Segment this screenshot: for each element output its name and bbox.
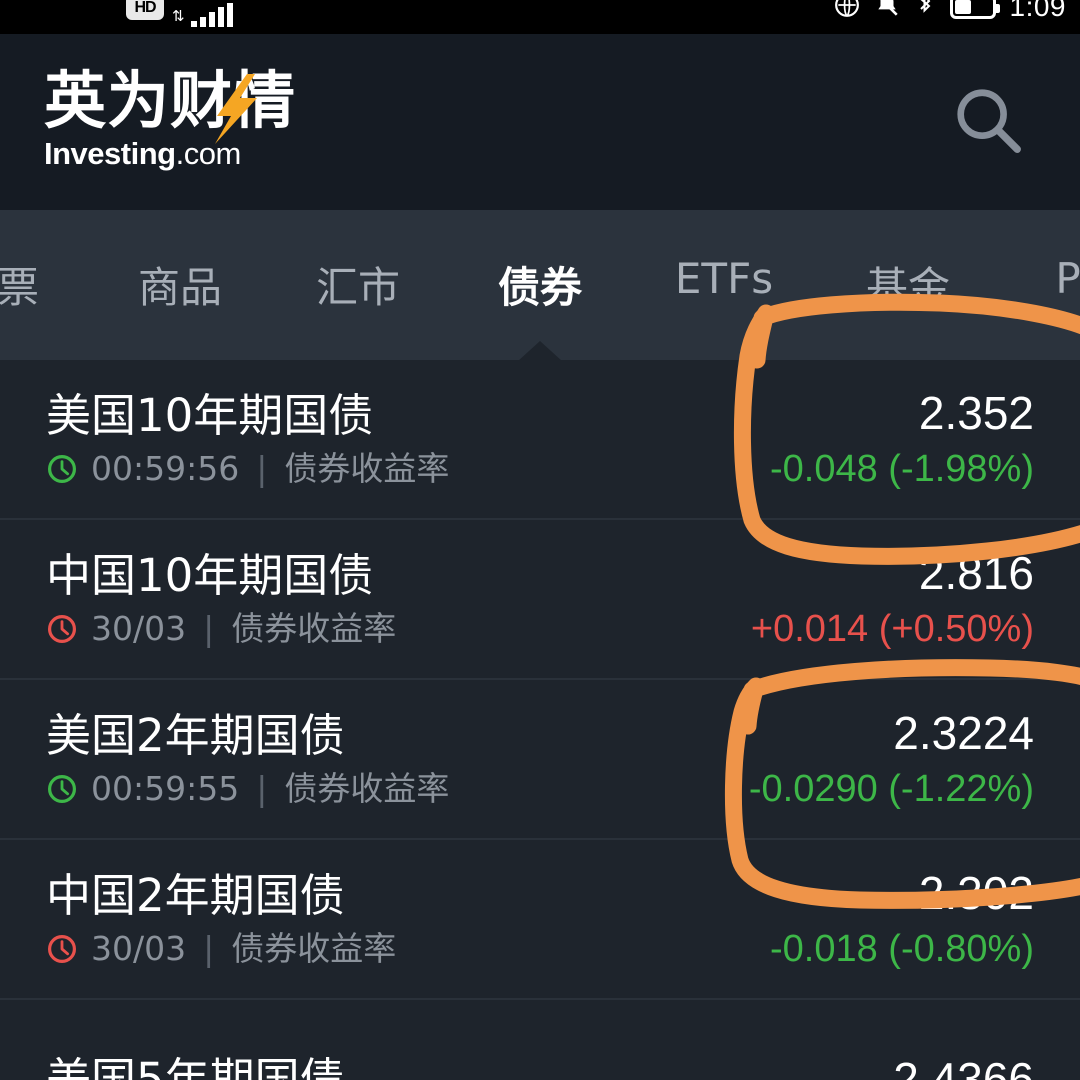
meta-separator: | [256,769,268,808]
clock-icon-closed [47,614,77,643]
instrument-meta: 00:59:56 | 债券收益率 [46,452,449,485]
status-bar-clock: 1:09 [1009,0,1066,22]
quote-time: 00:59:56 [91,449,240,488]
quote-list[interactable]: 美国10年期国债 00:59:56 | 债券收益率 2.352 -0.048 (-1.98… [0,360,1080,1080]
quote-price: 2.816 [918,547,1034,599]
quote-price: 2.4366 [893,1053,1034,1080]
app-screen: HD ⇅ 1:09 英为财情 Investing.com 票 商品 汇市 债券 … [0,0,1080,1080]
instrument-category: 债券收益率 [231,609,397,648]
row-values: 2.302 -0.018 (-0.80%) [770,870,1034,968]
logo-domain-word: .com [175,135,242,171]
table-row[interactable]: 美国10年期国债 00:59:56 | 债券收益率 2.352 -0.048 (-1.98… [0,360,1080,520]
row-instrument: 美国5年期国债 [46,1057,345,1080]
quote-change: +0.014 (+0.50%) [750,608,1034,650]
instrument-category: 债券收益率 [231,929,397,968]
instrument-name: 美国5年期国债 [46,1052,345,1080]
instrument-meta: 00:59:55 | 债券收益率 [46,772,449,805]
tab-商品[interactable]: 商品 [138,254,222,321]
status-bar-right: 1:09 [834,0,1067,23]
active-tab-indicator [518,341,562,360]
logo-chinese-text: 英为财情 [44,64,297,138]
row-instrument: 美国2年期国债 00:59:55 | 债券收益率 [46,713,449,805]
search-icon [957,89,1021,154]
battery-icon [949,0,1000,19]
tab-汇市[interactable]: 汇市 [316,254,400,321]
quote-price: 2.352 [918,387,1034,439]
bluetooth-icon [914,0,936,22]
row-values: 2.816 +0.014 (+0.50%) [751,550,1034,648]
instrument-name: 美国10年期国债 [46,389,374,442]
quote-time: 00:59:55 [91,769,240,808]
app-logo: 英为财情 Investing.com [44,64,297,172]
row-values: 2.4366 [893,1056,1034,1080]
instrument-name: 美国2年期国债 [46,709,345,762]
quote-price: 2.3224 [893,707,1034,759]
clock-icon-closed [47,934,77,963]
signal-strength-icon [190,3,233,27]
table-row[interactable]: 中国2年期国债 30/03 | 债券收益率 2.302 -0.018 (-0.80%) [0,840,1080,1000]
row-instrument: 美国10年期国债 00:59:56 | 债券收益率 [46,393,449,485]
tab-基金[interactable]: 基金 [866,254,950,321]
quote-change: -0.048 (-1.98%) [769,448,1034,490]
app-header: 英为财情 Investing.com [0,34,1080,210]
tab-票[interactable]: 票 [0,254,39,321]
meta-separator: | [256,449,268,488]
quote-change: -0.0290 (-1.22%) [748,768,1034,810]
hd-icon: HD [126,0,164,20]
meta-separator: | [203,929,215,968]
table-row[interactable]: 美国5年期国债 2.4366 [0,1000,1080,1080]
quote-price: 2.302 [918,867,1034,919]
status-bar: HD ⇅ 1:09 [0,0,1080,34]
status-bar-left: HD ⇅ [126,0,233,34]
clock-icon-open [47,454,77,483]
instrument-name: 中国10年期国债 [46,549,374,602]
instrument-category: 债券收益率 [284,449,450,488]
instrument-name: 中国2年期国债 [46,869,345,922]
tab-etfs[interactable]: ETFs [675,254,773,309]
instrument-category: 债券收益率 [284,769,450,808]
quote-change: -0.018 (-0.80%) [769,928,1034,970]
logo-english-text: Investing.com [44,136,296,172]
tab-债券[interactable]: 债券 [498,254,582,321]
table-row[interactable]: 美国2年期国债 00:59:55 | 债券收益率 2.3224 -0.0290 (-1.2… [0,680,1080,840]
tab-p[interactable]: P [1055,254,1080,309]
clock-icon-open [47,774,77,803]
meta-separator: | [203,609,215,648]
category-tab-bar[interactable]: 票 商品 汇市 债券 ETFs 基金 P [0,210,1080,360]
instrument-meta: 30/03 | 债券收益率 [46,612,396,645]
table-row[interactable]: 中国10年期国债 30/03 | 债券收益率 2.816 +0.014 (+0.50%) [0,520,1080,680]
search-button[interactable] [940,74,1036,170]
logo-investing-word: Investing [44,135,176,171]
row-values: 2.352 -0.048 (-1.98%) [770,390,1034,488]
quote-time: 30/03 [91,929,187,968]
alarm-off-icon [874,0,900,22]
quote-time: 30/03 [91,609,187,648]
network-activity-icon: ⇅ [172,8,185,25]
row-instrument: 中国2年期国债 30/03 | 债券收益率 [46,873,396,965]
instrument-meta: 30/03 | 债券收益率 [46,932,396,965]
row-instrument: 中国10年期国债 30/03 | 债券收益率 [46,553,396,645]
row-values: 2.3224 -0.0290 (-1.22%) [749,710,1034,808]
location-icon [834,0,860,22]
